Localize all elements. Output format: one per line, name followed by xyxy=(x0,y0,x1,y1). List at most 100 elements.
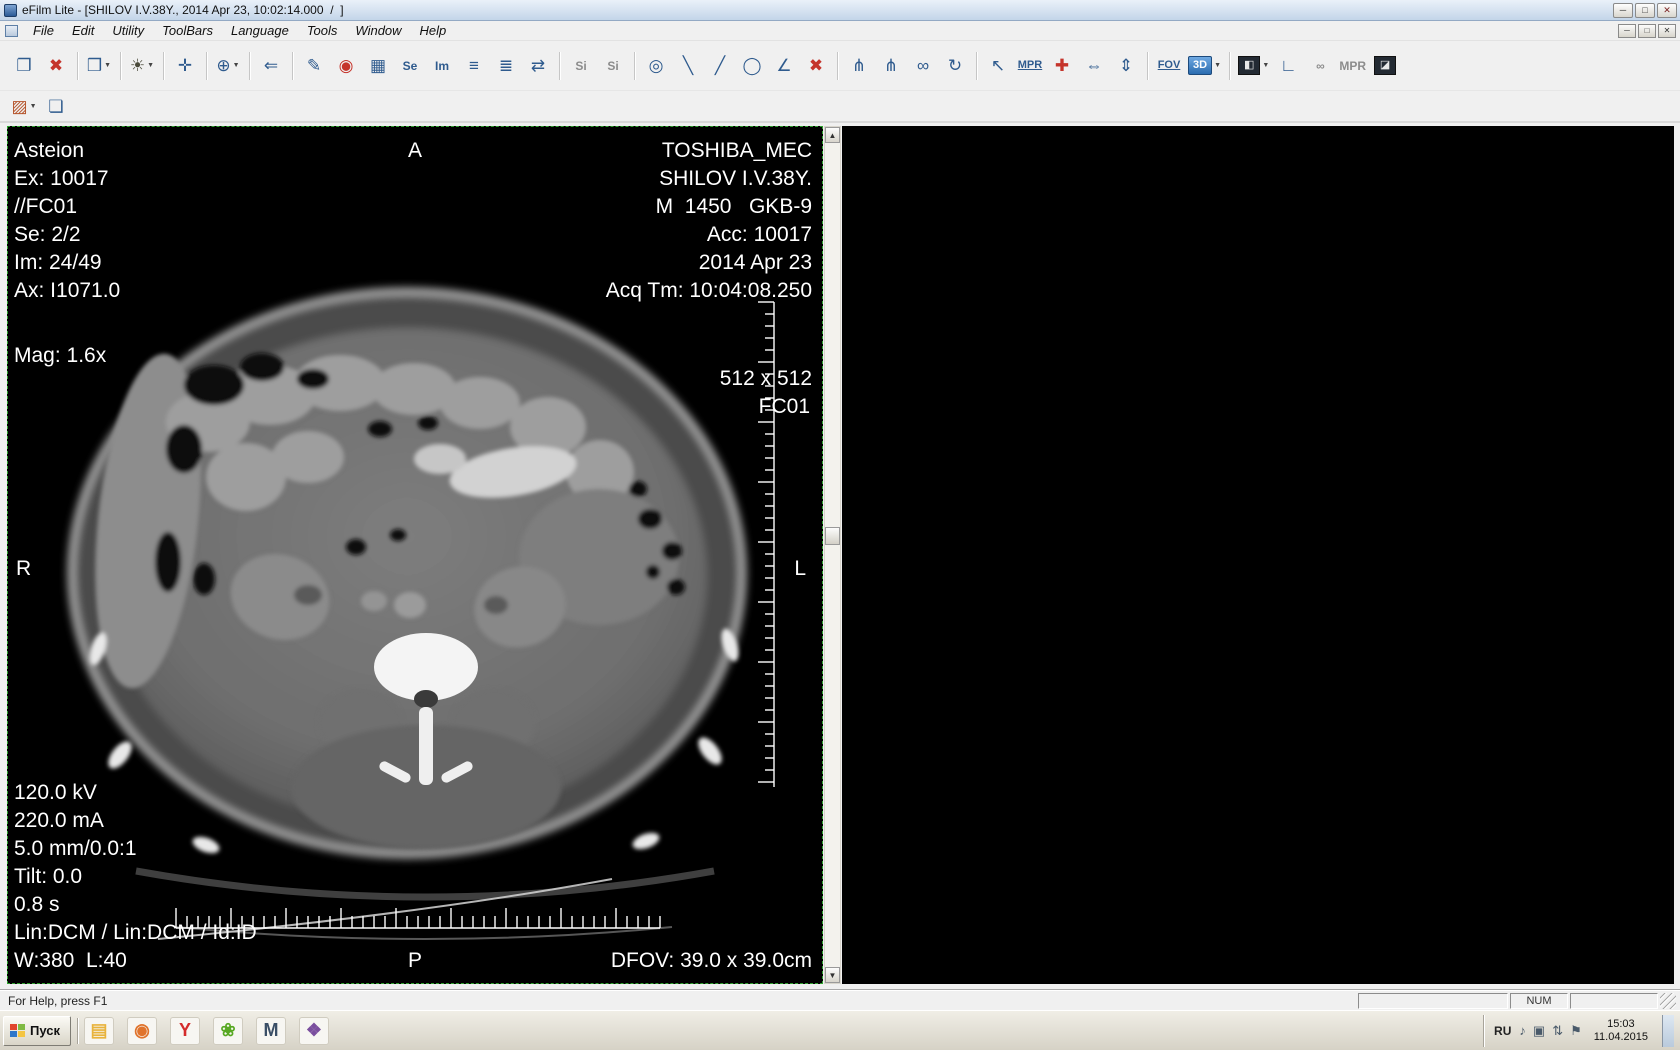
yandex-browser-shortcut[interactable]: Y xyxy=(170,1017,200,1045)
minimize-button[interactable]: ─ xyxy=(1613,3,1633,18)
crosshair-tool-button[interactable]: ✚ xyxy=(1046,51,1078,81)
patient-orientation-button[interactable]: ⋔ xyxy=(843,51,875,81)
mdi-minimize-button[interactable]: ─ xyxy=(1618,24,1636,38)
ellipse-tool-button[interactable]: ◯ xyxy=(736,51,768,81)
scroll-up-button[interactable]: ▲ xyxy=(825,127,840,143)
preset-colormap-dropdown-arrow[interactable]: ▼ xyxy=(30,103,37,110)
pan-button[interactable]: ✛ xyxy=(169,51,201,81)
delete-annotations-button[interactable]: ✖ xyxy=(800,51,832,81)
tile-images-button[interactable]: ▦ xyxy=(362,51,394,81)
axes-3d-button[interactable]: ∟ xyxy=(1272,51,1304,81)
render-layout-button[interactable]: ◧▼ xyxy=(1235,51,1272,81)
start-button[interactable]: Пуск xyxy=(3,1016,71,1046)
overlay-line: Asteion xyxy=(14,137,120,165)
render-layout-dropdown-arrow[interactable]: ▼ xyxy=(1262,62,1269,69)
close-button[interactable]: ✕ xyxy=(1657,3,1677,18)
display-icon[interactable]: ▣ xyxy=(1533,1023,1545,1039)
stereo-view-button[interactable]: ∞ xyxy=(1304,51,1336,81)
overlay-orientation-anterior: A xyxy=(408,137,422,165)
flip-vertical-button[interactable]: ⇕ xyxy=(1110,51,1142,81)
mdi-restore-button[interactable]: □ xyxy=(1638,24,1656,38)
menu-language[interactable]: Language xyxy=(222,21,298,40)
clock-date: 11.04.2015 xyxy=(1594,1031,1648,1043)
scroll-thumb[interactable] xyxy=(825,527,840,545)
overlay-line: 120.0 kV xyxy=(14,779,257,807)
zoom-button[interactable]: ⊕▼ xyxy=(212,51,244,81)
view-3d-button[interactable]: 3D▼ xyxy=(1185,51,1224,81)
media-player-shortcut[interactable]: ◉ xyxy=(127,1017,157,1045)
sync-indicator-2-button[interactable]: Si xyxy=(597,51,629,81)
compare-mode-icon: ⇄ xyxy=(531,57,545,74)
series-layout-button[interactable]: Se xyxy=(394,51,426,81)
fov-button[interactable]: FOV xyxy=(1153,51,1185,81)
line-tool-button[interactable]: ╲ xyxy=(672,51,704,81)
resize-grip[interactable] xyxy=(1660,993,1676,1009)
menu-tools[interactable]: Tools xyxy=(298,21,347,40)
link-series-button[interactable]: ∞ xyxy=(907,51,939,81)
menu-edit[interactable]: Edit xyxy=(63,21,103,40)
copy-image-layout-button[interactable]: ❒▼ xyxy=(83,51,115,81)
taskbar: Пуск ▤ ◉ Y ❀ M ❖ RU ♪ ▣ ⇅ ⚑ 15:03 11.04.2015 xyxy=(0,1010,1680,1050)
explorer-shortcut[interactable]: ▤ xyxy=(84,1017,114,1045)
sync-indicator-1-button[interactable]: Si xyxy=(565,51,597,81)
status-bar: For Help, press F1 NUM xyxy=(0,990,1680,1010)
angle-tool-button[interactable]: ∠ xyxy=(768,51,800,81)
ruler-tool-button[interactable]: ╱ xyxy=(704,51,736,81)
menu-toolbars[interactable]: ToolBars xyxy=(153,21,222,40)
delete-annotations-icon: ✖ xyxy=(809,57,823,74)
menu-window[interactable]: Window xyxy=(346,21,410,40)
new-image-window-button[interactable]: ❏ xyxy=(40,91,72,121)
display-settings-button[interactable]: ◉ xyxy=(330,51,362,81)
mdi-close-button[interactable]: ✕ xyxy=(1658,24,1676,38)
previous-layout-button[interactable]: ⇐ xyxy=(255,51,287,81)
icq-shortcut[interactable]: ❀ xyxy=(213,1017,243,1045)
patient-position-button[interactable]: ⋔ xyxy=(875,51,907,81)
toolbar-separator xyxy=(1229,52,1230,80)
taskbar-clock[interactable]: 15:03 11.04.2015 xyxy=(1590,1018,1652,1044)
image-viewport-empty[interactable] xyxy=(842,126,1674,984)
view-3d-dropdown-arrow[interactable]: ▼ xyxy=(1214,62,1221,69)
visual-checklist-button[interactable]: ≣ xyxy=(490,51,522,81)
zoom-icon: ⊕ xyxy=(216,57,230,74)
secondary-toolbar: ▨▼ ❏ xyxy=(0,91,1680,123)
probe-tool-button[interactable]: ◎ xyxy=(640,51,672,81)
network-icon[interactable]: ⇅ xyxy=(1552,1023,1563,1039)
zoom-dropdown-arrow[interactable]: ▼ xyxy=(233,62,240,69)
notifications-icon[interactable]: ⚑ xyxy=(1570,1023,1582,1039)
volume-icon[interactable]: ♪ xyxy=(1519,1023,1526,1039)
maximize-button[interactable]: □ xyxy=(1635,3,1655,18)
flip-horizontal-button[interactable]: ⇔ xyxy=(1078,51,1110,81)
new-image-window-icon: ❏ xyxy=(48,98,63,115)
show-desktop-button[interactable] xyxy=(1662,1015,1674,1047)
rotate-image-button[interactable]: ↻ xyxy=(939,51,971,81)
overlay-line: Im: 24/49 xyxy=(14,249,120,277)
menu-help[interactable]: Help xyxy=(411,21,456,40)
window-level-button[interactable]: ☀▼ xyxy=(126,51,158,81)
mpr-tool-button[interactable]: MPR xyxy=(1014,51,1046,81)
app-icon xyxy=(4,4,17,17)
scroll-down-button[interactable]: ▼ xyxy=(825,967,840,983)
compare-mode-button[interactable]: ⇄ xyxy=(522,51,554,81)
paint-shortcut[interactable]: ❖ xyxy=(299,1017,329,1045)
viewport-scrollbar[interactable]: ▲ ▼ xyxy=(824,126,841,984)
pointer-tool-button[interactable]: ↖ xyxy=(982,51,1014,81)
start-button-label: Пуск xyxy=(30,1023,60,1038)
image-export-view-button[interactable]: ◪ xyxy=(1369,51,1401,81)
image-layout-button[interactable]: Im xyxy=(426,51,458,81)
overlay-patient-info: TOSHIBA_MECSHILOV I.V.38Y.M 1450 GKB-9Ac… xyxy=(606,137,812,305)
overlay-line: Tilt: 0.0 xyxy=(14,863,257,891)
copy-image-layout-dropdown-arrow[interactable]: ▼ xyxy=(104,62,111,69)
menu-utility[interactable]: Utility xyxy=(103,21,153,40)
menu-file[interactable]: File xyxy=(24,21,63,40)
mpr-label-button[interactable]: MPR xyxy=(1336,51,1369,81)
language-indicator[interactable]: RU xyxy=(1494,1024,1511,1038)
efilm-app-shortcut[interactable]: M xyxy=(256,1017,286,1045)
mdi-document-icon[interactable] xyxy=(5,25,18,37)
image-viewport-active[interactable]: AsteionEx: 10017//FC01Se: 2/2Im: 24/49Ax… xyxy=(7,126,823,984)
window-level-dropdown-arrow[interactable]: ▼ xyxy=(147,62,154,69)
open-images-button[interactable]: ❐ xyxy=(8,51,40,81)
preset-colormap-button[interactable]: ▨▼ xyxy=(8,91,40,121)
report-button[interactable]: ≡ xyxy=(458,51,490,81)
edit-annotations-button[interactable]: ✎ xyxy=(298,51,330,81)
close-study-button[interactable]: ✖ xyxy=(40,51,72,81)
